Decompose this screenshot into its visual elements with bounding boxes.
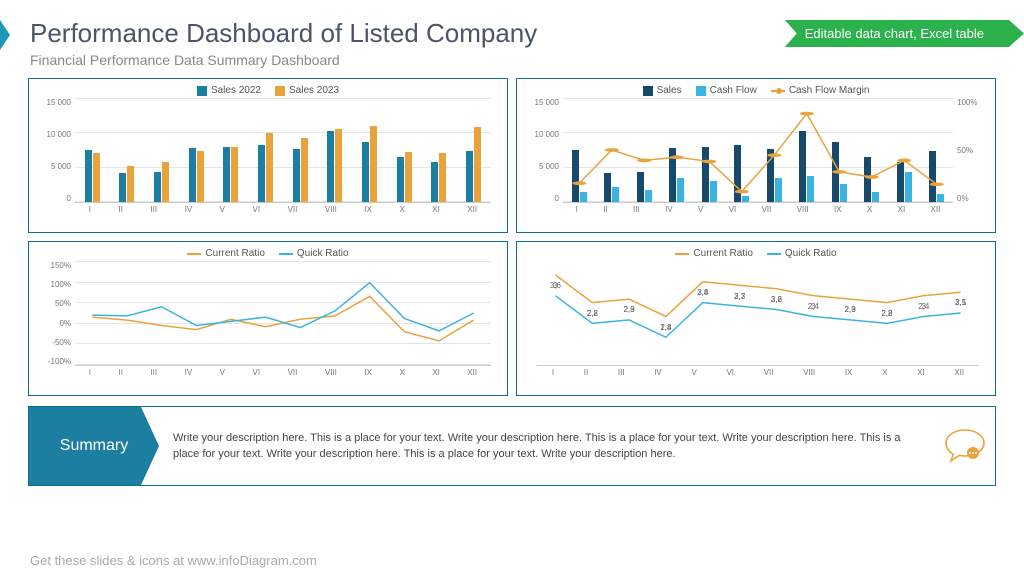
y-axis-right: 100%50%0%: [955, 98, 985, 203]
chart-grid: Sales 2022 Sales 2023 15 00010 0005 0000…: [0, 78, 1024, 396]
legend: Sales Cash Flow Cash Flow Margin: [527, 85, 985, 96]
chart-sales-comparison: Sales 2022 Sales 2023 15 00010 0005 0000…: [28, 78, 508, 233]
legend: Current Ratio Quick Ratio: [527, 248, 985, 259]
chart-ratio-percent: Current Ratio Quick Ratio 150%100%50%0%-…: [28, 241, 508, 396]
header: Performance Dashboard of Listed Company …: [0, 0, 1024, 78]
y-axis: 15 00010 0005 0000: [527, 98, 561, 203]
summary-tab: Summary: [29, 407, 159, 485]
page-title: Performance Dashboard of Listed Company: [30, 18, 994, 49]
summary-panel: Summary Write your description here. Thi…: [28, 406, 996, 486]
footer-attribution: Get these slides & icons at www.infoDiag…: [30, 553, 317, 568]
summary-text: Write your description here. This is a p…: [159, 424, 935, 469]
y-axis: 150%100%50%0%-50%-100%: [39, 261, 73, 366]
y-axis: 15 00010 0005 0000: [39, 98, 73, 203]
legend: Sales 2022 Sales 2023: [39, 85, 497, 96]
chat-bubble-icon: [935, 427, 995, 465]
chart-ratio-labeled: Current Ratio Quick Ratio 3,62,82,92,43,…: [516, 241, 996, 396]
page-subtitle: Financial Performance Data Summary Dashb…: [30, 52, 994, 68]
chart-cashflow: Sales Cash Flow Cash Flow Margin 15 0001…: [516, 78, 996, 233]
legend: Current Ratio Quick Ratio: [39, 248, 497, 259]
